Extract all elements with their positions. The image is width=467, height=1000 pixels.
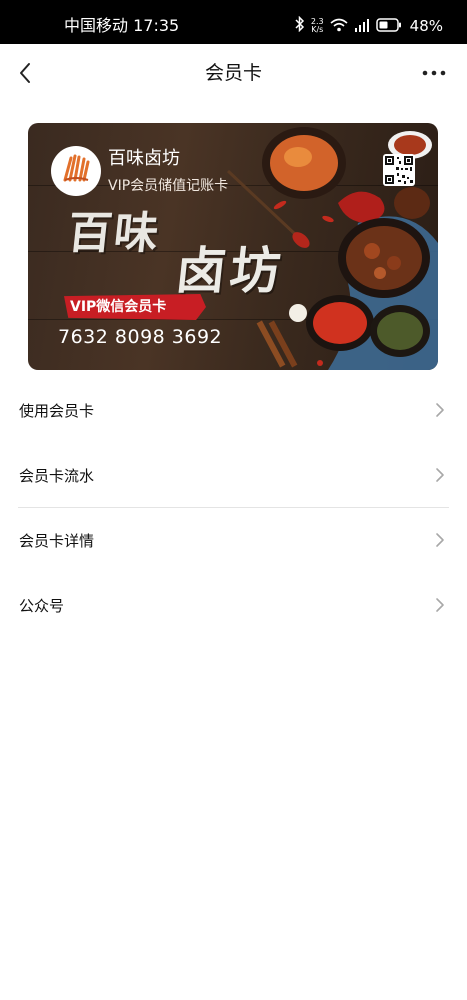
calligraphy-title-line1: 百味 xyxy=(65,208,163,259)
vip-banner-text: VIP微信会员卡 xyxy=(70,299,167,315)
menu-item-label: 会员卡流水 xyxy=(19,466,95,485)
battery-percent: 48% xyxy=(409,17,443,35)
status-bar: 中国移动 17:35 2.3 K/s 48% xyxy=(0,0,467,44)
chevron-right-icon xyxy=(436,468,444,482)
network-speed: 2.3 K/s xyxy=(311,18,324,34)
membership-card[interactable]: 百味卤坊 VIP会员储值记账卡 百味 卤坊 VIP微信会员卡 7632 8098… xyxy=(28,123,438,370)
speed-unit: K/s xyxy=(311,25,324,34)
card-subtitle: VIP会员储值记账卡 xyxy=(108,178,229,194)
wifi-icon xyxy=(330,17,348,36)
menu-item-label: 公众号 xyxy=(19,596,65,615)
cellular-signal-icon xyxy=(354,17,370,36)
menu-item-card-transactions[interactable]: 会员卡流水 xyxy=(0,443,467,508)
menu-item-card-details[interactable]: 会员卡详情 xyxy=(0,508,467,573)
brand-name: 百味卤坊 xyxy=(108,148,180,169)
page-title: 会员卡 xyxy=(204,62,262,84)
chevron-right-icon xyxy=(436,533,444,547)
battery-icon xyxy=(375,17,402,36)
menu-item-label: 使用会员卡 xyxy=(19,401,95,420)
bluetooth-icon xyxy=(295,15,305,36)
calligraphy-title-line2: 卤坊 xyxy=(172,241,288,300)
menu-list: 使用会员卡 会员卡流水 会员卡详情 公众号 xyxy=(0,378,467,638)
menu-item-use-card[interactable]: 使用会员卡 xyxy=(0,378,467,443)
more-dots-icon xyxy=(422,70,446,76)
menu-item-official-account[interactable]: 公众号 xyxy=(0,573,467,638)
status-icons: 2.3 K/s 48% xyxy=(295,13,443,39)
chevron-right-icon xyxy=(436,403,444,417)
qr-code-icon[interactable] xyxy=(383,154,415,186)
brand-logo xyxy=(51,146,101,196)
nav-bar: 会员卡 xyxy=(0,44,467,102)
chevron-right-icon xyxy=(436,598,444,612)
carrier-time: 中国移动 17:35 xyxy=(64,16,180,35)
card-number: 7632 8098 3692 xyxy=(58,326,223,348)
more-button[interactable] xyxy=(419,60,449,86)
menu-item-label: 会员卡详情 xyxy=(19,531,95,550)
